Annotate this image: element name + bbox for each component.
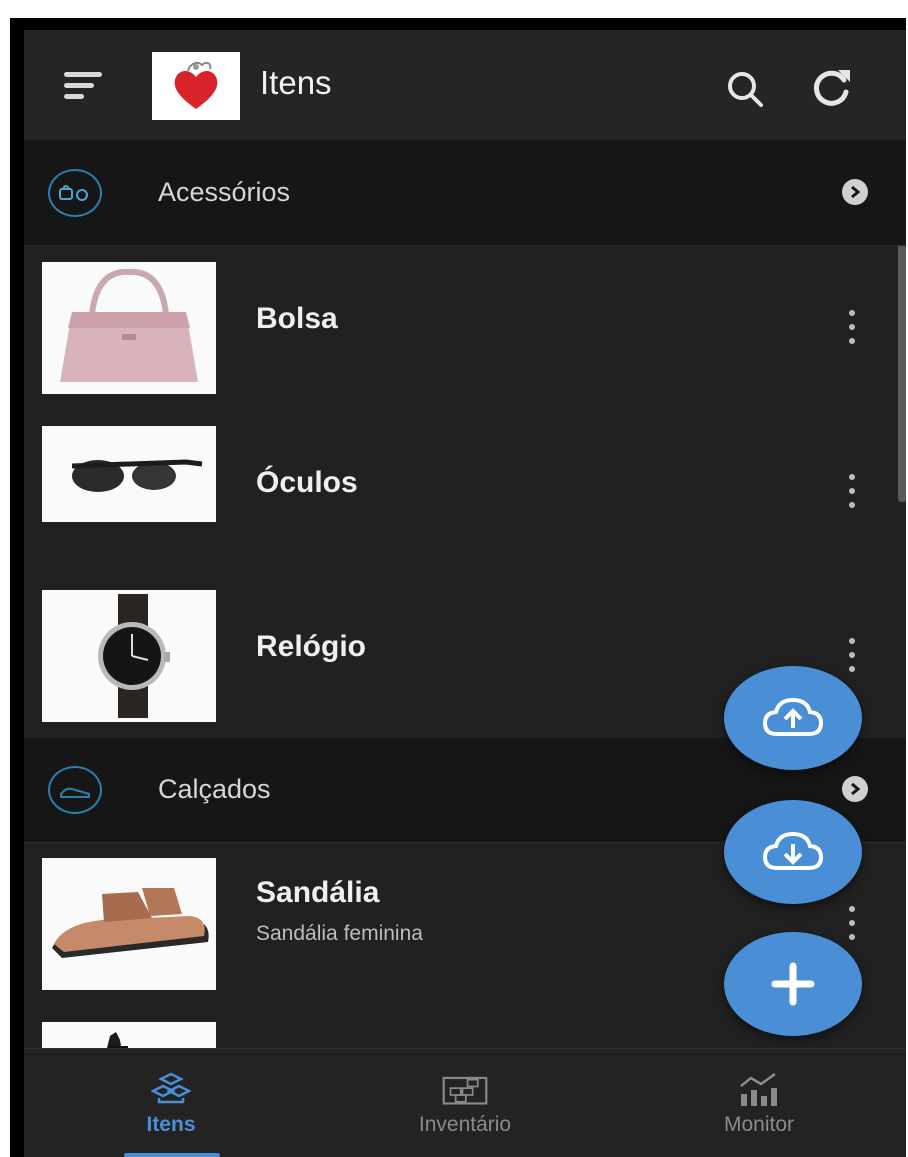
nav-tab-inventario[interactable]: Inventário — [318, 1049, 612, 1157]
category-header-acessorios[interactable]: Acessórios — [24, 141, 906, 246]
warehouse-icon — [442, 1069, 488, 1109]
device-frame: Itens Acessórios Bolsa Óculos Relógio Ca… — [10, 18, 906, 1157]
accessories-icon — [48, 169, 102, 217]
heart-logo-icon — [174, 61, 218, 109]
app-logo — [152, 52, 240, 120]
chevron-right-icon[interactable] — [842, 776, 868, 802]
cloud-download-icon — [762, 831, 824, 870]
footwear-icon — [48, 766, 102, 814]
plus-icon — [771, 962, 815, 1006]
item-name: Sandália — [256, 876, 380, 909]
more-options-button[interactable] — [842, 308, 862, 348]
refresh-icon — [813, 70, 850, 106]
top-app-bar: Itens — [24, 30, 906, 141]
nav-label: Inventário — [418, 1113, 512, 1136]
nav-label: Monitor — [723, 1113, 795, 1136]
item-thumbnail — [42, 590, 216, 722]
item-name: Bolsa — [256, 302, 338, 335]
cloud-upload-icon — [762, 697, 824, 736]
category-label: Acessórios — [158, 177, 291, 207]
chevron-right-icon[interactable] — [842, 179, 868, 205]
sandal-icon — [42, 858, 216, 990]
item-thumbnail — [42, 262, 216, 394]
item-thumbnail — [42, 426, 216, 522]
nav-label: Itens — [146, 1113, 196, 1136]
download-fab[interactable] — [724, 800, 862, 904]
active-tab-indicator — [124, 1153, 220, 1157]
item-name: Óculos — [256, 466, 358, 499]
menu-button[interactable] — [64, 72, 104, 102]
add-item-fab[interactable] — [724, 932, 862, 1036]
bottom-navigation: Itens Inventário Monitor — [24, 1048, 906, 1157]
boxes-icon — [148, 1069, 194, 1109]
nav-tab-monitor[interactable]: Monitor — [612, 1049, 906, 1157]
page-title: Itens — [260, 64, 332, 101]
item-name: Relógio — [256, 630, 366, 663]
app-screen: Itens Acessórios Bolsa Óculos Relógio Ca… — [24, 30, 906, 1157]
sunglasses-icon — [42, 426, 216, 522]
list-item-oculos[interactable]: Óculos — [24, 410, 906, 574]
search-button[interactable] — [724, 68, 766, 110]
item-thumbnail — [42, 858, 216, 990]
more-options-button[interactable] — [842, 904, 862, 944]
more-options-button[interactable] — [842, 472, 862, 512]
upload-fab[interactable] — [724, 666, 862, 770]
search-icon — [728, 72, 763, 107]
list-item-bolsa[interactable]: Bolsa — [24, 246, 906, 410]
analytics-icon — [736, 1069, 782, 1109]
more-options-button[interactable] — [842, 636, 862, 676]
item-description: Sandália feminina — [256, 922, 423, 945]
watch-icon — [42, 590, 216, 722]
category-label: Calçados — [158, 774, 271, 804]
nav-tab-itens[interactable]: Itens — [24, 1049, 318, 1157]
refresh-button[interactable] — [808, 64, 854, 110]
handbag-icon — [42, 262, 216, 394]
